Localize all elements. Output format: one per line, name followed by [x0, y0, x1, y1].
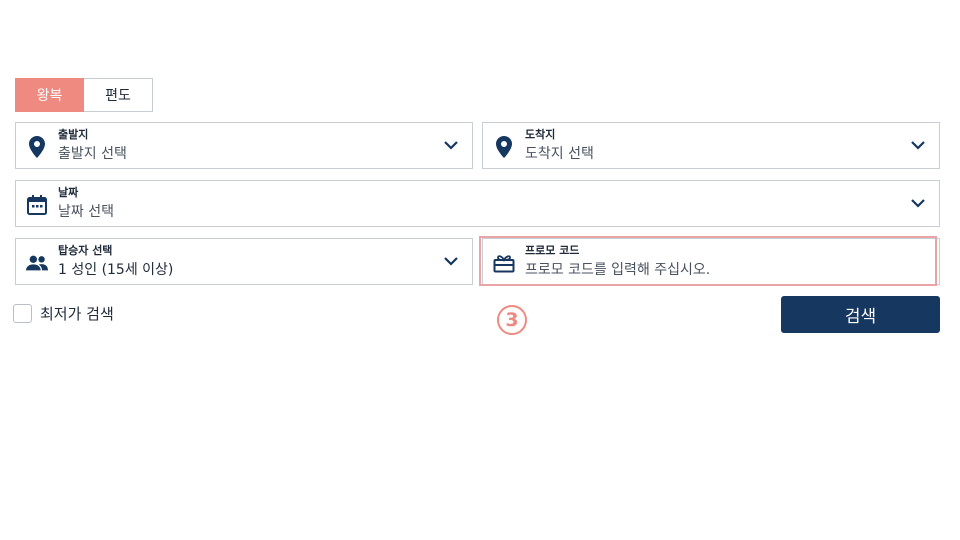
chevron-down-icon	[444, 257, 458, 266]
tab-one-way[interactable]: 편도	[84, 78, 153, 112]
passenger-value: 1 성인 (15세 이상)	[58, 262, 174, 278]
step-number-badge: 3	[497, 305, 527, 335]
destination-label: 도착지	[525, 128, 556, 141]
people-icon	[26, 252, 48, 274]
date-label: 날짜	[58, 186, 79, 199]
lowest-fare-option[interactable]: 최저가 검색	[13, 303, 114, 324]
origin-label: 출발지	[58, 128, 89, 141]
promo-code-input[interactable]: 프로모 코드를 입력해 주십시오.	[525, 259, 710, 279]
chevron-down-icon	[911, 141, 925, 150]
step-number-text: 3	[505, 309, 519, 331]
origin-field[interactable]: 출발지 출발지 선택	[15, 122, 473, 169]
lowest-fare-checkbox[interactable]	[13, 304, 32, 323]
chevron-down-icon	[911, 199, 925, 208]
trip-type-tabs: 왕복 편도	[15, 78, 153, 112]
chevron-down-icon	[444, 141, 458, 150]
date-value: 날짜 선택	[58, 204, 114, 220]
passenger-field[interactable]: 탑승자 선택 1 성인 (15세 이상)	[15, 238, 473, 285]
passenger-label: 탑승자 선택	[58, 244, 113, 257]
tab-round-trip[interactable]: 왕복	[15, 78, 84, 112]
destination-field[interactable]: 도착지 도착지 선택	[482, 122, 940, 169]
map-pin-icon	[493, 136, 515, 158]
search-button[interactable]: 검색	[781, 296, 940, 333]
date-field[interactable]: 날짜 날짜 선택	[15, 180, 940, 227]
gift-icon	[493, 252, 515, 274]
map-pin-icon	[26, 136, 48, 158]
origin-value: 출발지 선택	[58, 146, 127, 162]
promo-code-label: 프로모 코드	[525, 244, 580, 257]
calendar-icon	[26, 194, 48, 216]
lowest-fare-label: 최저가 검색	[40, 305, 114, 323]
destination-value: 도착지 선택	[525, 146, 594, 162]
promo-code-field[interactable]: 프로모 코드 프로모 코드를 입력해 주십시오.	[482, 238, 940, 285]
